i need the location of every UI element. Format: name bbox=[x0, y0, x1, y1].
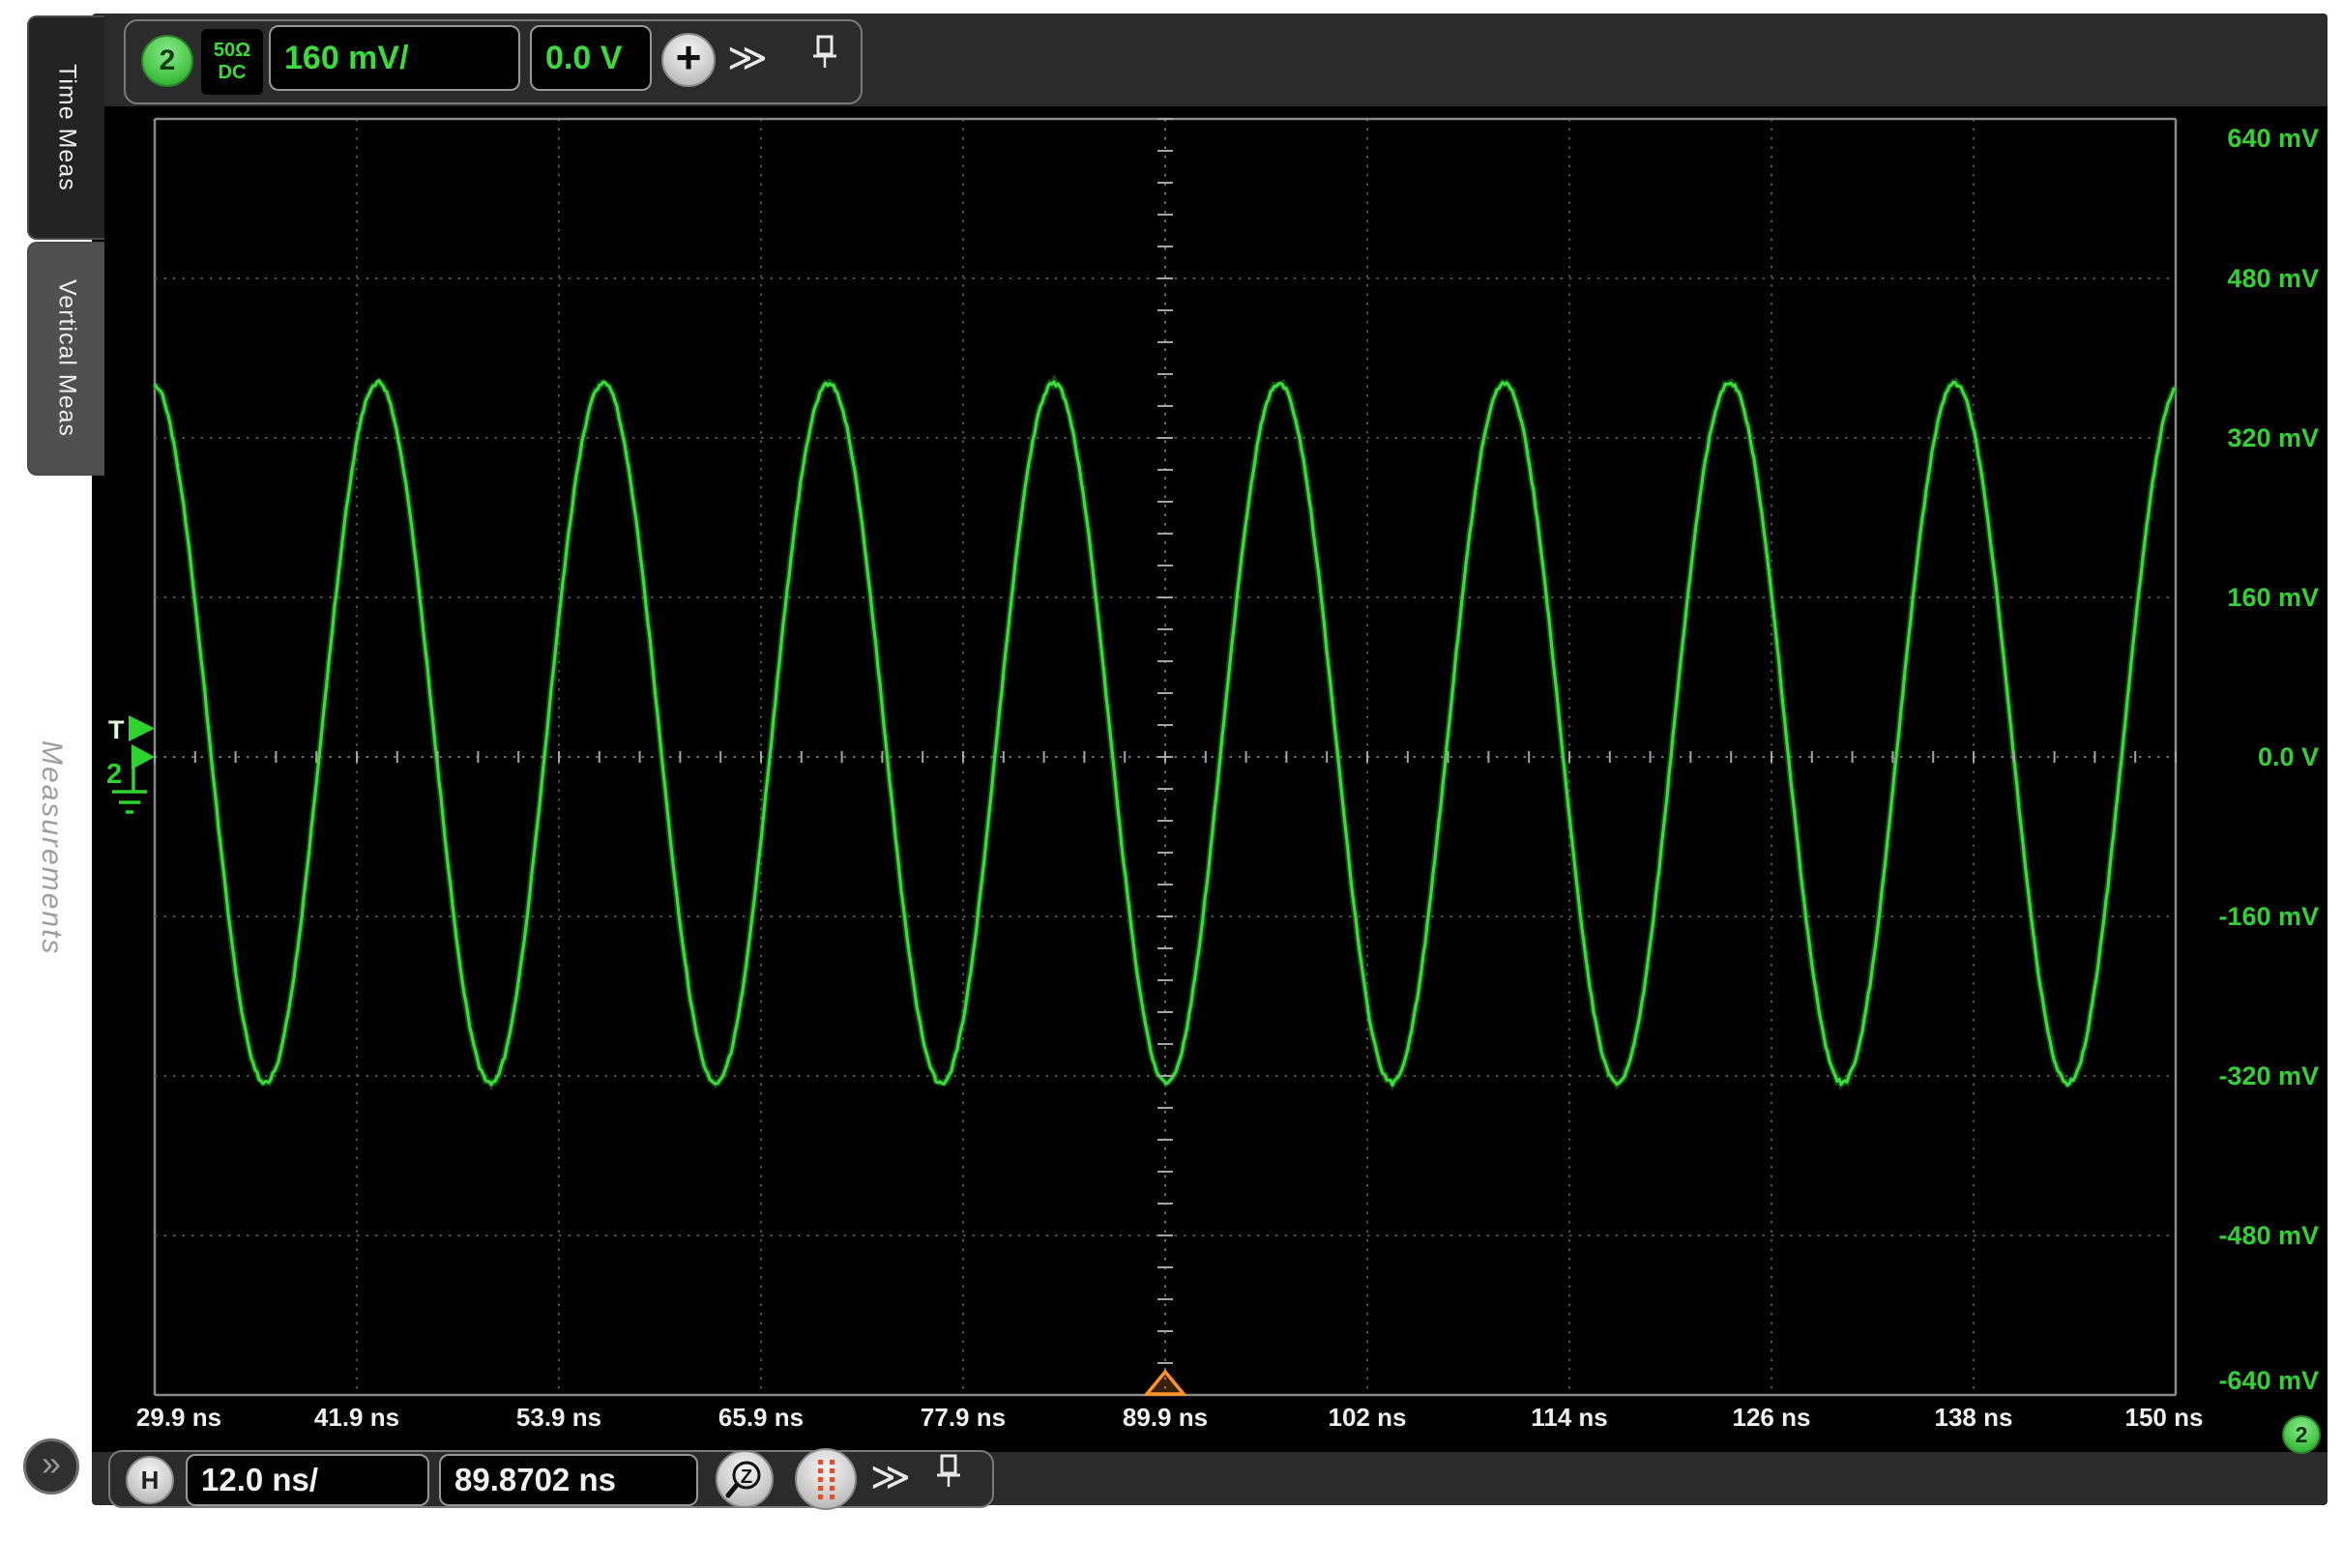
time-tick-label: 114 ns bbox=[1531, 1403, 1608, 1432]
channel-pin-icon[interactable] bbox=[808, 33, 841, 76]
tab-vertical-meas[interactable]: Vertical Meas bbox=[27, 242, 104, 476]
voltage-tick-label: -480 mV bbox=[2218, 1221, 2319, 1250]
horizontal-badge[interactable]: H bbox=[126, 1456, 174, 1504]
time-tick-label: 41.9 ns bbox=[313, 1403, 400, 1432]
zoom-button[interactable]: Z bbox=[716, 1450, 774, 1508]
channel-2-axis-badge[interactable]: 2 bbox=[2282, 1415, 2321, 1454]
coupling-mode-label: DC bbox=[218, 62, 247, 83]
voltage-tick-label: -160 mV bbox=[2218, 902, 2319, 931]
time-tick-label: 138 ns bbox=[1934, 1403, 2013, 1432]
timebase-field[interactable]: 12.0 ns/ bbox=[186, 1454, 429, 1506]
time-tick-label: 126 ns bbox=[1732, 1403, 1811, 1432]
trigger-marker-label: T bbox=[108, 715, 125, 744]
time-tick-label: 89.9 ns bbox=[1122, 1403, 1209, 1432]
voltage-tick-label: 160 mV bbox=[2227, 583, 2319, 612]
time-tick-label: 29.9 ns bbox=[135, 1403, 222, 1432]
voltage-tick-label: -640 mV bbox=[2218, 1366, 2319, 1395]
svg-text:Z: Z bbox=[741, 1466, 752, 1488]
add-channel-button[interactable]: + bbox=[661, 32, 716, 87]
voltage-tick-label: 0.0 V bbox=[2257, 742, 2319, 771]
time-tick-label: 65.9 ns bbox=[717, 1403, 805, 1432]
vertical-scale-field[interactable]: 160 mV/ bbox=[269, 25, 520, 91]
trigger-position-button[interactable] bbox=[795, 1448, 857, 1510]
coupling-impedance-label: 50Ω bbox=[213, 40, 251, 61]
voltage-tick-label: -320 mV bbox=[2218, 1061, 2319, 1090]
channel-marker-label: 2 bbox=[106, 759, 122, 790]
coupling-button[interactable]: 50Ω DC bbox=[201, 29, 263, 95]
voltage-tick-label: 640 mV bbox=[2227, 124, 2319, 153]
time-tick-label: 53.9 ns bbox=[515, 1403, 602, 1432]
channel-2-badge[interactable]: 2 bbox=[141, 35, 193, 87]
horizontal-more-chevron-icon[interactable]: ≫ bbox=[870, 1458, 911, 1496]
vertical-offset-field[interactable]: 0.0 V bbox=[530, 25, 652, 91]
horizontal-pin-icon[interactable] bbox=[932, 1452, 965, 1495]
tab-time-meas[interactable]: Time Meas bbox=[27, 15, 104, 240]
dotted-lines-icon bbox=[818, 1460, 834, 1499]
delay-field[interactable]: 89.8702 ns bbox=[439, 1454, 698, 1506]
expand-panel-button[interactable]: » bbox=[23, 1438, 79, 1495]
zoom-magnifier-icon: Z bbox=[725, 1461, 761, 1498]
plot-background bbox=[92, 106, 2327, 1452]
time-tick-label: 77.9 ns bbox=[920, 1403, 1007, 1432]
time-tick-label: 102 ns bbox=[1328, 1403, 1407, 1432]
channel-more-chevron-icon[interactable]: ≫ bbox=[727, 39, 768, 77]
voltage-tick-label: 320 mV bbox=[2227, 423, 2319, 452]
measurements-panel-watermark: Measurements bbox=[36, 740, 68, 956]
voltage-tick-label: 480 mV bbox=[2227, 264, 2319, 293]
time-tick-label: 150 ns bbox=[2124, 1403, 2204, 1432]
